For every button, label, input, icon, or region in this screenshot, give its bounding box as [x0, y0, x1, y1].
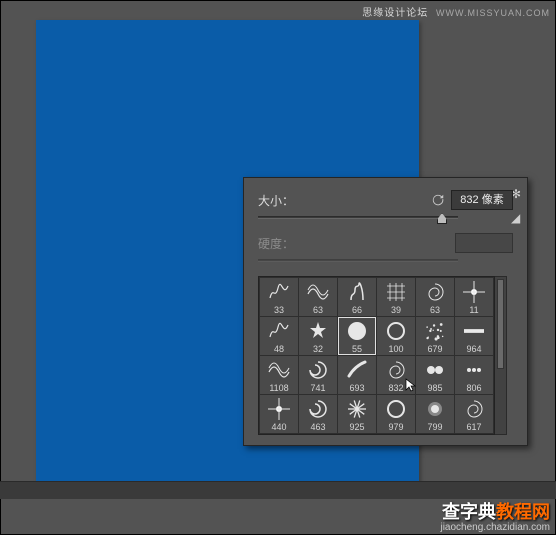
brush-preset[interactable]: 617	[455, 395, 493, 433]
brush-size-label: 55	[338, 344, 376, 354]
reset-size-icon[interactable]	[431, 193, 445, 207]
brush-size-label: 964	[455, 344, 493, 354]
brush-size-label: 979	[377, 422, 415, 432]
source-watermark: 思缘设计论坛 WWW.MISSYUAN.COM	[362, 4, 550, 19]
brush-thumb-icon	[379, 358, 413, 382]
brush-size-label: 679	[416, 344, 454, 354]
brush-thumb-icon	[301, 319, 335, 343]
brush-thumb-icon	[379, 319, 413, 343]
brush-preset[interactable]: 806	[455, 356, 493, 394]
brush-size-label: 63	[416, 305, 454, 315]
brush-grid-scrollbar[interactable]	[495, 276, 507, 435]
scrollbar-thumb[interactable]	[497, 279, 504, 369]
brush-preset[interactable]: 799	[416, 395, 454, 433]
brush-preset-grid: 3363663963114832551006799641108741693832…	[258, 276, 495, 435]
brush-thumb-icon	[418, 358, 452, 382]
hardness-slider[interactable]	[258, 259, 458, 262]
brush-preset[interactable]: 693	[338, 356, 376, 394]
brush-thumb-icon	[418, 280, 452, 304]
brush-thumb-icon	[457, 280, 491, 304]
brush-thumb-icon	[301, 358, 335, 382]
brush-preset[interactable]: 832	[377, 356, 415, 394]
brush-size-label: 66	[338, 305, 376, 315]
brush-thumb-icon	[340, 397, 374, 421]
brush-preset[interactable]: 985	[416, 356, 454, 394]
brand-url: jiaocheng.chazidian.com	[440, 522, 550, 533]
brush-thumb-icon	[418, 319, 452, 343]
brush-thumb-icon	[262, 397, 296, 421]
brush-thumb-icon	[457, 358, 491, 382]
brush-size-label: 799	[416, 422, 454, 432]
brush-preset[interactable]: 33	[260, 278, 298, 316]
brush-preset[interactable]: 979	[377, 395, 415, 433]
brush-thumb-icon	[340, 280, 374, 304]
brush-size-label: 48	[260, 344, 298, 354]
brush-thumb-icon	[301, 397, 335, 421]
hardness-preview	[455, 233, 513, 253]
brush-size-label: 32	[299, 344, 337, 354]
brush-size-label: 11	[455, 305, 493, 315]
brand-text-b: 教程网	[496, 502, 550, 522]
brush-preset[interactable]: 55	[338, 317, 376, 355]
size-slider[interactable]	[258, 216, 458, 219]
brush-preset[interactable]: 440	[260, 395, 298, 433]
brush-thumb-icon	[340, 358, 374, 382]
brush-thumb-icon	[301, 280, 335, 304]
brush-preset[interactable]: 66	[338, 278, 376, 316]
brush-size-label: 806	[455, 383, 493, 393]
brush-size-label: 985	[416, 383, 454, 393]
brush-size-label: 693	[338, 383, 376, 393]
brush-thumb-icon	[379, 397, 413, 421]
brush-preset-panel: ✻ ◢ 大小： 832 像素 硬度： 336366396311483255100…	[243, 177, 528, 446]
brush-preset[interactable]: 11	[455, 278, 493, 316]
brush-preset[interactable]: 48	[260, 317, 298, 355]
brush-preset[interactable]: 964	[455, 317, 493, 355]
brush-size-label: 925	[338, 422, 376, 432]
brush-preset[interactable]: 63	[416, 278, 454, 316]
brush-thumb-icon	[379, 280, 413, 304]
size-slider-thumb[interactable]	[437, 213, 447, 224]
brush-preset[interactable]: 1108	[260, 356, 298, 394]
brush-thumb-icon	[418, 397, 452, 421]
brush-thumb-icon	[262, 358, 296, 382]
site-watermark: 查字典教程网 jiaocheng.chazidian.com	[440, 498, 550, 533]
brush-preset[interactable]: 39	[377, 278, 415, 316]
status-bar	[0, 481, 556, 499]
brush-size-label: 741	[299, 383, 337, 393]
brush-preset[interactable]: 63	[299, 278, 337, 316]
size-label: 大小：	[258, 192, 296, 209]
brush-thumb-icon	[457, 319, 491, 343]
brush-preset[interactable]: 463	[299, 395, 337, 433]
brush-thumb-icon	[262, 319, 296, 343]
watermark-url: WWW.MISSYUAN.COM	[436, 8, 550, 18]
brush-size-label: 100	[377, 344, 415, 354]
brush-preset[interactable]: 925	[338, 395, 376, 433]
brush-size-label: 33	[260, 305, 298, 315]
brush-preset[interactable]: 679	[416, 317, 454, 355]
brush-thumb-icon	[262, 280, 296, 304]
brush-size-label: 63	[299, 305, 337, 315]
brush-preset[interactable]: 32	[299, 317, 337, 355]
watermark-text: 思缘设计论坛	[362, 8, 428, 19]
brush-preset[interactable]: 100	[377, 317, 415, 355]
brush-preset[interactable]: 741	[299, 356, 337, 394]
brush-size-label: 440	[260, 422, 298, 432]
brand-text-a: 查字典	[442, 502, 496, 522]
brush-thumb-icon	[457, 397, 491, 421]
brush-size-label: 617	[455, 422, 493, 432]
hardness-label: 硬度：	[258, 235, 296, 252]
brush-size-label: 463	[299, 422, 337, 432]
brush-size-label: 832	[377, 383, 415, 393]
brush-thumb-icon	[340, 319, 374, 343]
size-input[interactable]: 832 像素	[451, 190, 513, 210]
brush-size-label: 39	[377, 305, 415, 315]
brush-size-label: 1108	[260, 383, 298, 393]
